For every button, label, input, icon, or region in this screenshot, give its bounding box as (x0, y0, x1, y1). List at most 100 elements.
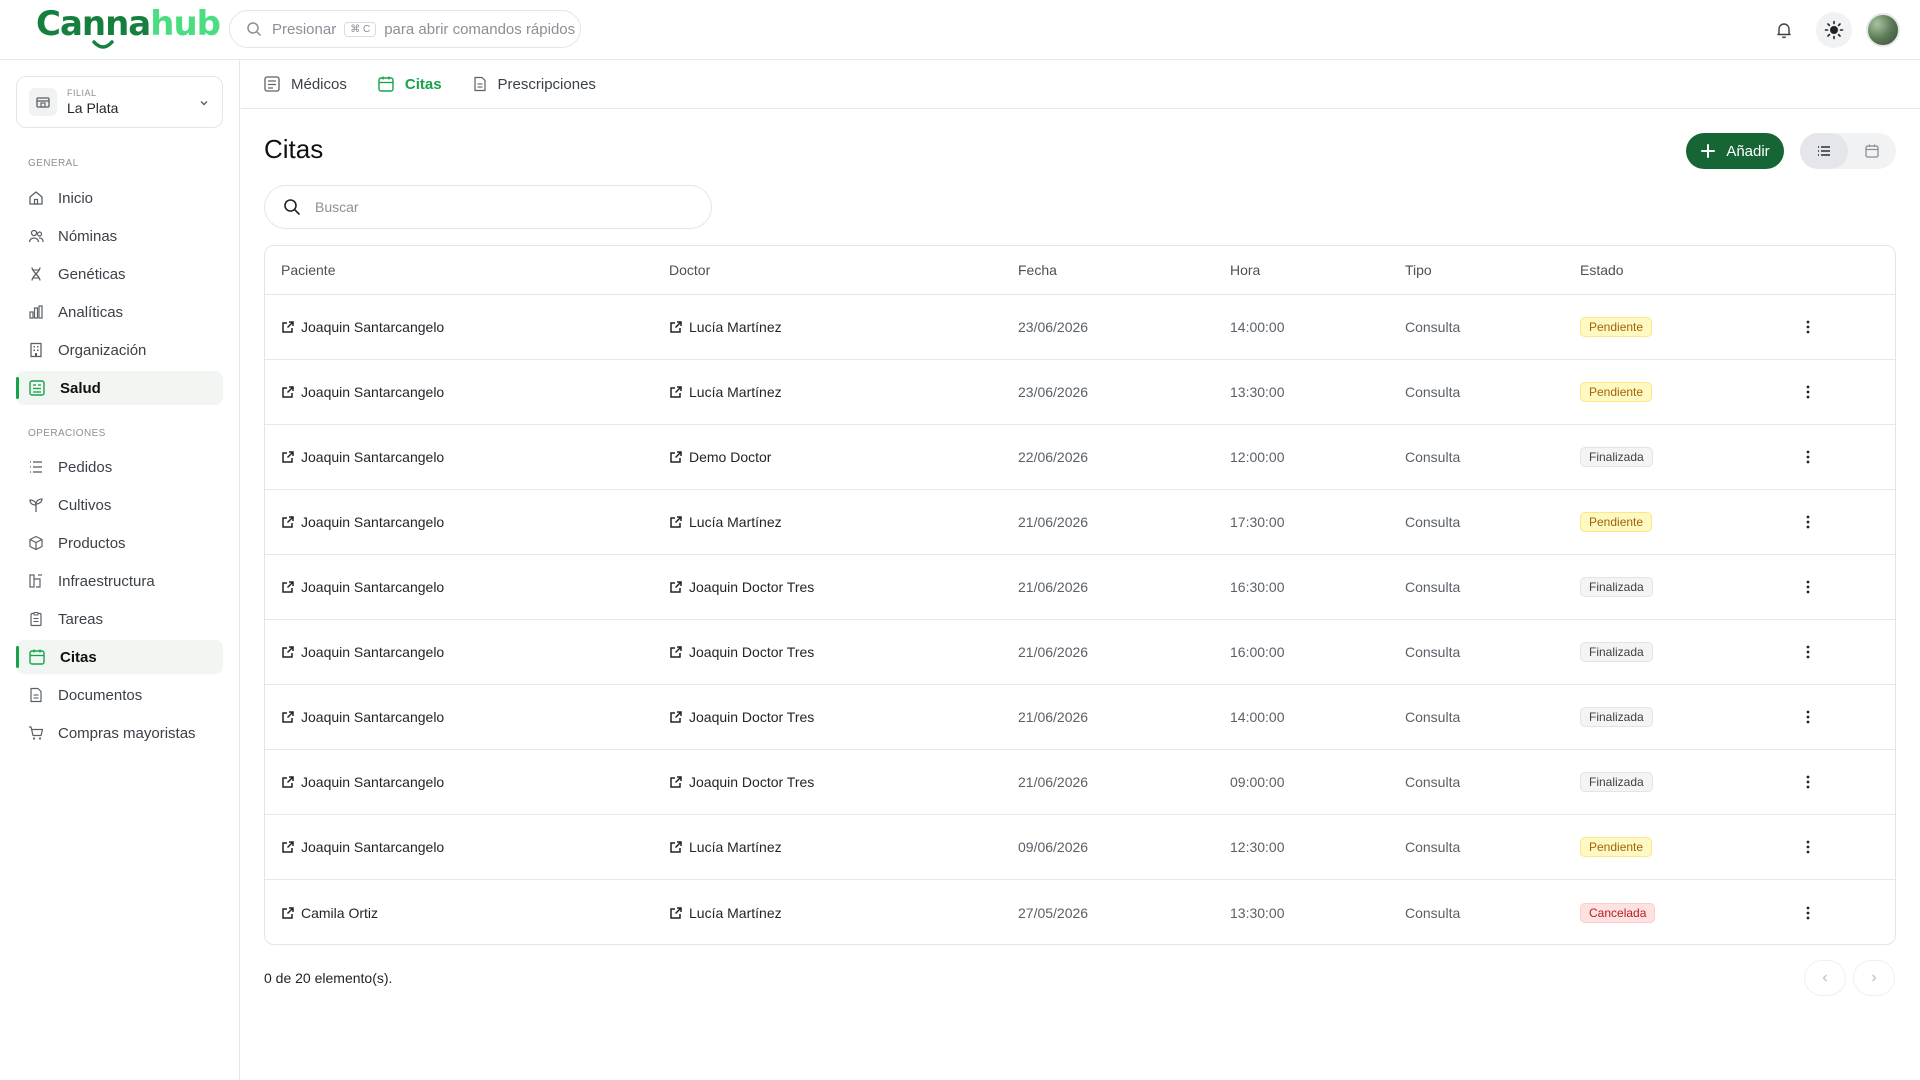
patient-link[interactable]: Joaquin Santarcangelo (281, 490, 444, 554)
status-badge: Finalizada (1580, 447, 1653, 467)
calendar-view-button[interactable] (1848, 133, 1896, 169)
more-vertical-icon (1806, 645, 1810, 659)
row-count: 0 de 20 elemento(s). (264, 970, 393, 986)
doctor-link[interactable]: Joaquin Doctor Tres (669, 750, 814, 814)
table-row[interactable]: Joaquin Santarcangelo Joaquin Doctor Tres… (265, 620, 1895, 685)
column-header-hora[interactable]: Hora (1230, 246, 1260, 294)
patient-link[interactable]: Camila Ortiz (281, 880, 378, 944)
search-placeholder: Buscar (315, 199, 359, 215)
sidebar-item-productos[interactable]: Productos (16, 526, 223, 560)
list-view-button[interactable] (1800, 133, 1848, 169)
health-icon (29, 380, 45, 396)
sidebar-item-salud[interactable]: Salud (16, 371, 223, 405)
column-header-fecha[interactable]: Fecha (1018, 246, 1057, 294)
doctor-link[interactable]: Lucía Martínez (669, 815, 782, 879)
row-actions-button[interactable] (1798, 295, 1818, 359)
patient-link[interactable]: Joaquin Santarcangelo (281, 815, 444, 879)
doctor-link[interactable]: Lucía Martínez (669, 360, 782, 424)
add-button[interactable]: Añadir (1686, 133, 1784, 169)
sidebar-item-label: Compras mayoristas (58, 724, 196, 742)
doctor-link[interactable]: Joaquin Doctor Tres (669, 685, 814, 749)
doctor-link[interactable]: Demo Doctor (669, 425, 771, 489)
sidebar-item-geneticas[interactable]: Genéticas (16, 257, 223, 291)
table-row[interactable]: Camila Ortiz Lucía Martínez 27/05/2026 13:3… (265, 880, 1895, 944)
table-row[interactable]: Joaquin Santarcangelo Lucía Martínez 09/06… (265, 815, 1895, 880)
next-page-button[interactable] (1853, 960, 1895, 996)
sidebar-item-inicio[interactable]: Inicio (16, 181, 223, 215)
row-actions-button[interactable] (1798, 750, 1818, 814)
row-actions-button[interactable] (1798, 425, 1818, 489)
doctor-link[interactable]: Joaquin Doctor Tres (669, 620, 814, 684)
table-row[interactable]: Joaquin Santarcangelo Joaquin Doctor Tres… (265, 685, 1895, 750)
external-link-icon (670, 646, 682, 658)
tab-medicos[interactable]: Médicos (263, 75, 347, 93)
time-cell: 13:30:00 (1230, 384, 1285, 400)
sidebar-item-citas[interactable]: Citas (16, 640, 223, 674)
sidebar-item-label: Citas (60, 648, 97, 666)
row-actions-button[interactable] (1798, 360, 1818, 424)
search-input[interactable]: Buscar (264, 185, 712, 229)
row-actions-button[interactable] (1798, 620, 1818, 684)
sidebar-item-analiticas[interactable]: Analíticas (16, 295, 223, 329)
row-actions-button[interactable] (1798, 555, 1818, 619)
cart-icon (29, 726, 44, 740)
sidebar-item-organizacion[interactable]: Organización (16, 333, 223, 367)
status-cell: Pendiente (1580, 360, 1653, 424)
table-row[interactable]: Joaquin Santarcangelo Joaquin Doctor Tres… (265, 555, 1895, 620)
external-link-icon (282, 451, 294, 463)
patient-link[interactable]: Joaquin Santarcangelo (281, 295, 444, 359)
home-icon (29, 191, 43, 205)
sidebar-item-label: Pedidos (58, 458, 113, 476)
doctor-link[interactable]: Lucía Martínez (669, 880, 782, 944)
sidebar-item-pedidos[interactable]: Pedidos (16, 450, 223, 484)
table-row[interactable]: Joaquin Santarcangelo Lucía Martínez 21/06… (265, 490, 1895, 555)
external-link-icon (670, 711, 682, 723)
column-header-doctor[interactable]: Doctor (669, 246, 710, 294)
row-actions-button[interactable] (1798, 815, 1818, 879)
search-icon (284, 199, 300, 215)
package-icon (29, 535, 43, 551)
column-header-tipo[interactable]: Tipo (1405, 246, 1432, 294)
tab-prescripciones[interactable]: Prescripciones (472, 76, 596, 93)
doctor-link[interactable]: Lucía Martínez (669, 295, 782, 359)
column-header-paciente[interactable]: Paciente (281, 246, 335, 294)
branch-selector[interactable]: FILIAL La Plata (16, 76, 223, 128)
logo[interactable]: Cannahub (36, 4, 221, 44)
previous-page-button[interactable] (1804, 960, 1846, 996)
row-actions-button[interactable] (1798, 880, 1818, 944)
sidebar-item-documentos[interactable]: Documentos (16, 678, 223, 712)
table-row[interactable]: Joaquin Santarcangelo Lucía Martínez 23/06… (265, 360, 1895, 425)
patient-link[interactable]: Joaquin Santarcangelo (281, 620, 444, 684)
command-search[interactable]: Presionar ⌘ C para abrir comandos rápido… (229, 10, 581, 48)
date-cell: 27/05/2026 (1018, 904, 1089, 921)
table-row[interactable]: Joaquin Santarcangelo Lucía Martínez 23/06… (265, 295, 1895, 360)
patient-link[interactable]: Joaquin Santarcangelo (281, 750, 444, 814)
patient-link[interactable]: Joaquin Santarcangelo (281, 425, 444, 489)
sidebar-item-label: Nóminas (58, 227, 118, 245)
row-actions-button[interactable] (1798, 490, 1818, 554)
sidebar-item-label: Documentos (58, 686, 143, 704)
doctor-link[interactable]: Joaquin Doctor Tres (669, 555, 814, 619)
sidebar-item-infraestructura[interactable]: Infraestructura (16, 564, 223, 598)
table-row[interactable]: Joaquin Santarcangelo Joaquin Doctor Tres… (265, 750, 1895, 815)
sidebar-item-tareas[interactable]: Tareas (16, 602, 223, 636)
doctor-link[interactable]: Lucía Martínez (669, 490, 782, 554)
type-cell: Consulta (1405, 514, 1461, 530)
table-row[interactable]: Joaquin Santarcangelo Demo Doctor 22/06/20… (265, 425, 1895, 490)
user-avatar[interactable] (1866, 13, 1900, 47)
external-link-icon (282, 841, 294, 853)
patient-link[interactable]: Joaquin Santarcangelo (281, 555, 444, 619)
row-actions-button[interactable] (1798, 685, 1818, 749)
notifications-button[interactable] (1766, 12, 1802, 48)
sidebar-item-compras-mayoristas[interactable]: Compras mayoristas (16, 716, 223, 750)
tab-citas[interactable]: Citas (377, 75, 442, 93)
patient-link[interactable]: Joaquin Santarcangelo (281, 685, 444, 749)
theme-toggle-button[interactable] (1816, 12, 1852, 48)
column-header-estado[interactable]: Estado (1580, 246, 1624, 294)
sidebar-item-cultivos[interactable]: Cultivos (16, 488, 223, 522)
patient-link[interactable]: Joaquin Santarcangelo (281, 360, 444, 424)
external-link-icon (670, 386, 682, 398)
sidebar-item-label: Organización (58, 341, 147, 359)
sidebar-item-nominas[interactable]: Nóminas (16, 219, 223, 253)
command-shortcut: ⌘ C (344, 21, 377, 37)
